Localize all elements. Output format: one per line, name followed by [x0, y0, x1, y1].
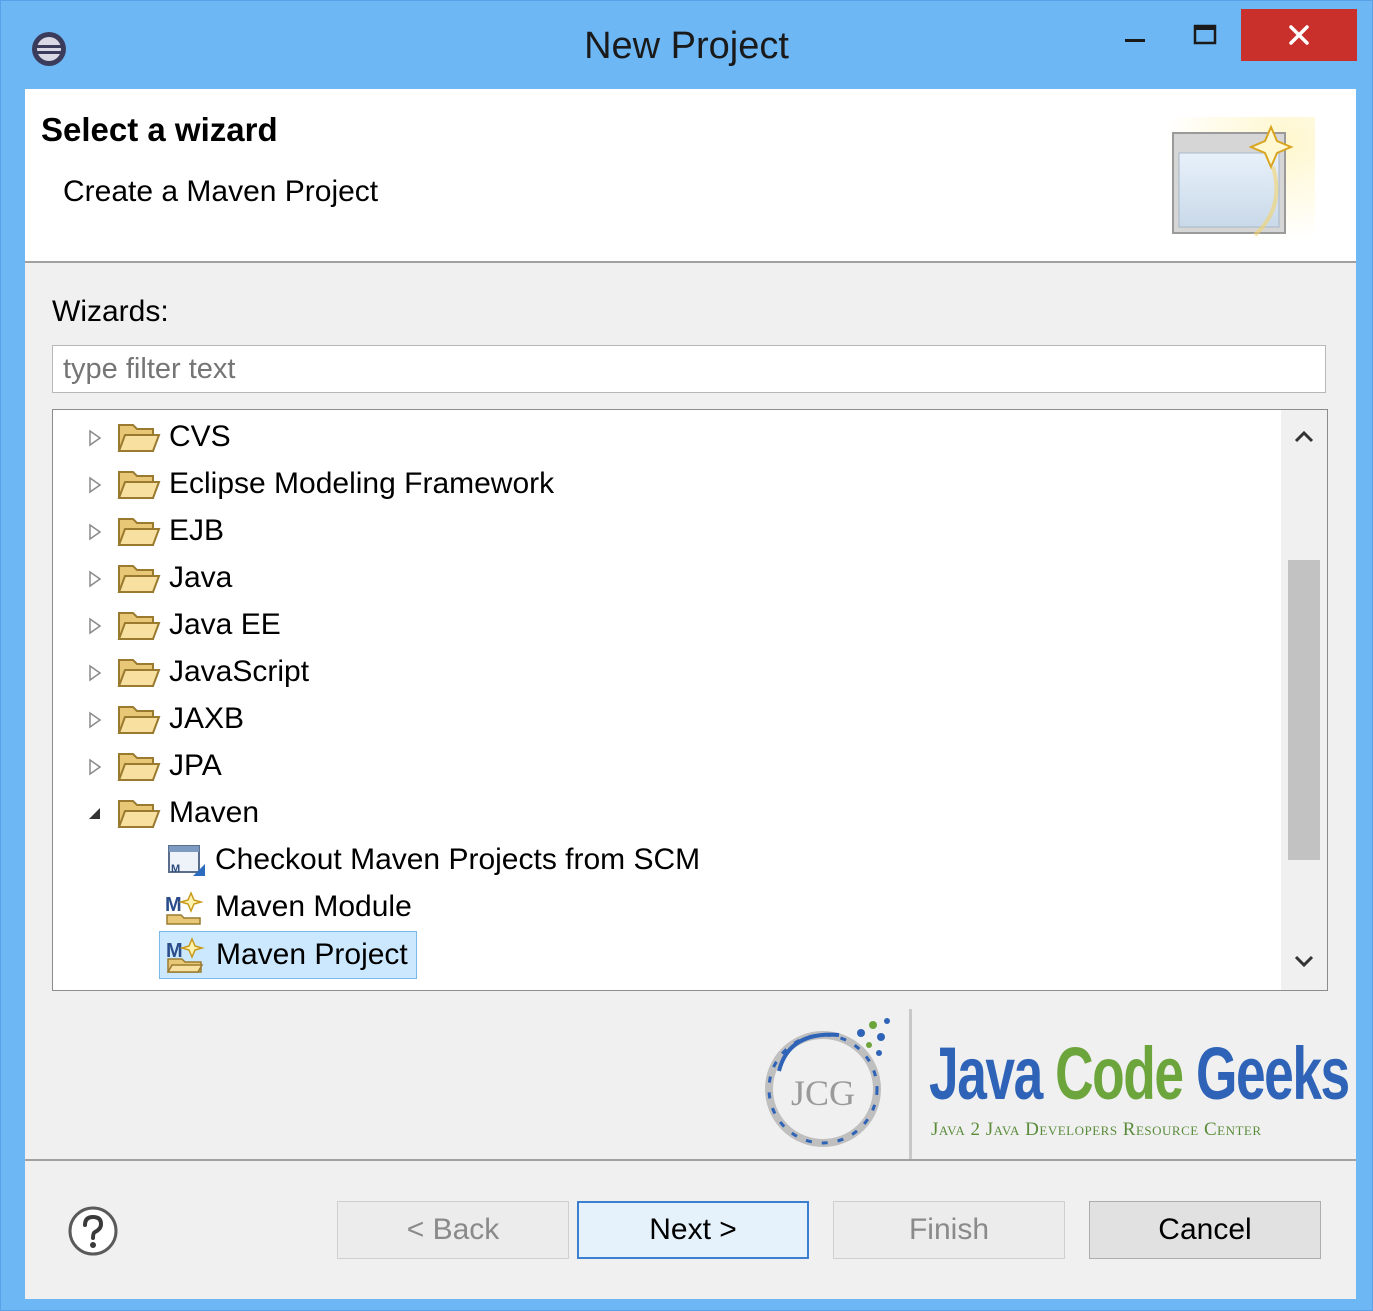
scroll-up-icon[interactable] — [1289, 422, 1319, 452]
maximize-button[interactable] — [1171, 9, 1239, 61]
maven-project-icon: M — [166, 937, 205, 973]
tree-scrollbar[interactable] — [1281, 410, 1327, 990]
maven-module-icon: M — [165, 891, 204, 925]
tree-item-eclipse-modeling-framework[interactable]: Eclipse Modeling Framework — [85, 461, 554, 507]
collapsed-arrow-icon[interactable] — [85, 663, 105, 683]
tree-item-label: Maven Module — [215, 890, 412, 923]
svg-text:JCG: JCG — [791, 1073, 855, 1113]
logo-divider — [909, 1009, 912, 1159]
scroll-thumb[interactable] — [1288, 560, 1320, 860]
tree-item-label: Checkout Maven Projects from SCM — [215, 843, 701, 876]
tree-item-label: Maven Project — [216, 938, 408, 971]
tree-item-jaxb[interactable]: JAXB — [85, 696, 244, 742]
folder-icon — [117, 424, 161, 452]
title-bar[interactable]: New Project — [1, 1, 1372, 89]
wizard-banner: Select a wizard Create a Maven Project — [25, 89, 1356, 263]
collapsed-arrow-icon[interactable] — [85, 757, 105, 777]
tree-item-label: JPA — [169, 749, 222, 782]
scroll-down-icon[interactable] — [1289, 946, 1319, 976]
collapsed-arrow-icon[interactable] — [85, 569, 105, 589]
logo-tagline: Java 2 Java Developers Resource Center — [931, 1119, 1262, 1140]
finish-button[interactable]: Finish — [833, 1201, 1065, 1259]
folder-icon — [117, 659, 161, 687]
jcg-logo-icon: JCG — [765, 1018, 890, 1147]
tree-item-java[interactable]: Java — [85, 555, 232, 601]
tree-item-label: JAXB — [169, 702, 245, 735]
collapsed-arrow-icon[interactable] — [85, 616, 105, 636]
wizard-tree[interactable]: CVS Eclipse Modeling Framework EJB Java — [52, 409, 1328, 991]
java-code-geeks-logo: JCG Java Code Geeks Java 2 Java Develope… — [759, 1001, 1350, 1161]
tree-item-maven-project[interactable]: M Maven Project — [159, 931, 417, 979]
folder-icon — [117, 565, 161, 593]
tree-item-label: CVS — [169, 420, 231, 453]
tree-item-label: Java — [169, 561, 233, 594]
tree-item-label: JavaScript — [169, 655, 310, 688]
tree-item-ejb[interactable]: EJB — [85, 508, 224, 554]
svg-text:M: M — [165, 894, 182, 916]
cancel-button[interactable]: Cancel — [1089, 1201, 1321, 1259]
folder-icon — [117, 518, 161, 546]
tree-item-label: Eclipse Modeling Framework — [169, 467, 555, 500]
new-project-dialog: New Project Select a wizard Create a Mav… — [0, 0, 1373, 1311]
tree-item-maven-module[interactable]: M Maven Module — [163, 884, 412, 930]
footer-separator — [25, 1159, 1356, 1161]
minimize-button[interactable] — [1101, 9, 1169, 61]
collapsed-arrow-icon[interactable] — [85, 475, 105, 495]
filter-input[interactable] — [52, 345, 1326, 393]
minimize-icon — [1125, 39, 1145, 42]
tree-item-label: EJB — [169, 514, 225, 547]
new-wizard-icon — [1165, 117, 1315, 242]
tree-item-java-ee[interactable]: Java EE — [85, 602, 281, 648]
collapsed-arrow-icon[interactable] — [85, 522, 105, 542]
folder-icon — [117, 706, 161, 734]
maven-checkout-icon: M — [168, 845, 205, 876]
banner-subtitle: Create a Maven Project — [63, 175, 379, 208]
close-icon — [1289, 25, 1309, 45]
tree-item-maven[interactable]: Maven — [85, 790, 259, 836]
folder-icon — [117, 800, 161, 828]
folder-icon — [117, 471, 161, 499]
tree-item-checkout-maven-projects[interactable]: M Checkout Maven Projects from SCM — [163, 837, 700, 883]
maximize-icon — [1193, 24, 1217, 45]
folder-icon — [117, 753, 161, 781]
tree-item-jpa[interactable]: JPA — [85, 743, 222, 789]
dialog-content: Select a wizard Create a Maven Project W… — [25, 89, 1356, 1299]
close-button[interactable] — [1241, 9, 1357, 61]
back-button[interactable]: < Back — [337, 1201, 569, 1259]
logo-wordmark: Java Code Geeks — [929, 1032, 1350, 1115]
svg-text:M: M — [171, 863, 180, 875]
expanded-arrow-icon[interactable] — [85, 804, 105, 824]
collapsed-arrow-icon[interactable] — [85, 710, 105, 730]
next-button[interactable]: Next > — [577, 1201, 809, 1259]
tree-item-label: Java EE — [169, 608, 281, 641]
tree-item-label: Maven — [169, 796, 260, 829]
help-icon[interactable] — [67, 1205, 119, 1257]
tree-item-javascript[interactable]: JavaScript — [85, 649, 309, 695]
tree-item-cvs[interactable]: CVS — [85, 414, 231, 460]
banner-title: Select a wizard — [41, 111, 278, 148]
wizards-label: Wizards: — [52, 295, 169, 328]
collapsed-arrow-icon[interactable] — [85, 428, 105, 448]
folder-icon — [117, 612, 161, 640]
